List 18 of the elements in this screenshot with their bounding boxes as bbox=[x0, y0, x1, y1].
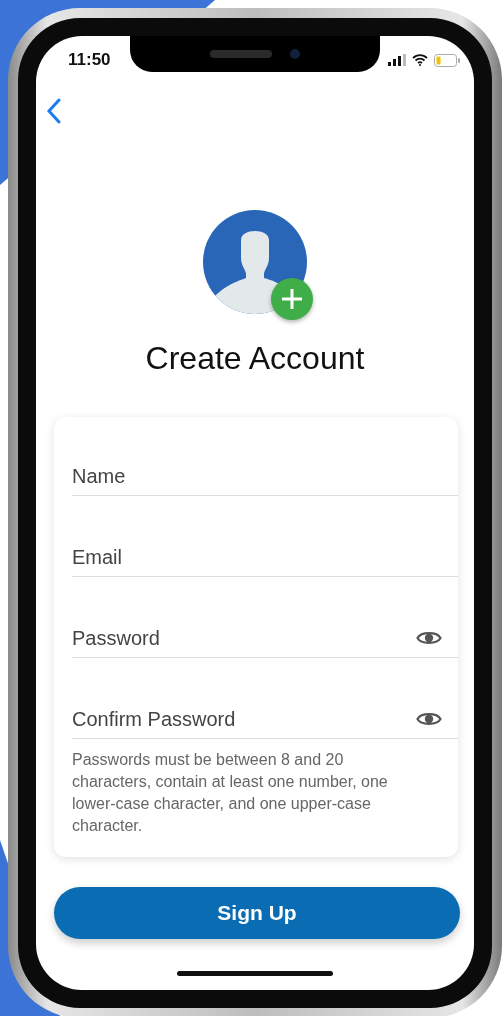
show-password-button[interactable] bbox=[416, 629, 442, 647]
eye-icon bbox=[416, 710, 442, 728]
input-field[interactable]: Name bbox=[72, 464, 458, 488]
battery-icon bbox=[434, 53, 460, 67]
input-field[interactable]: Confirm Password bbox=[72, 707, 416, 731]
input-field[interactable]: Email bbox=[72, 545, 458, 569]
status-time: 11:50 bbox=[68, 50, 111, 70]
back-icon[interactable] bbox=[46, 98, 62, 124]
sign-up-button[interactable]: Sign Up bbox=[54, 887, 460, 939]
signal-icon bbox=[388, 54, 406, 66]
password-hint: Passwords must be between 8 and 20 characters, contain at least one number, one lower-case character, and one upper-case character. bbox=[72, 750, 389, 836]
plus-icon bbox=[280, 287, 304, 311]
show-password-button[interactable] bbox=[416, 710, 442, 728]
add-photo-button[interactable] bbox=[271, 278, 313, 320]
page-title: Create Account bbox=[145, 340, 365, 377]
wifi-icon bbox=[412, 54, 428, 66]
input-field[interactable]: Password bbox=[72, 626, 416, 650]
eye-icon bbox=[416, 629, 442, 647]
